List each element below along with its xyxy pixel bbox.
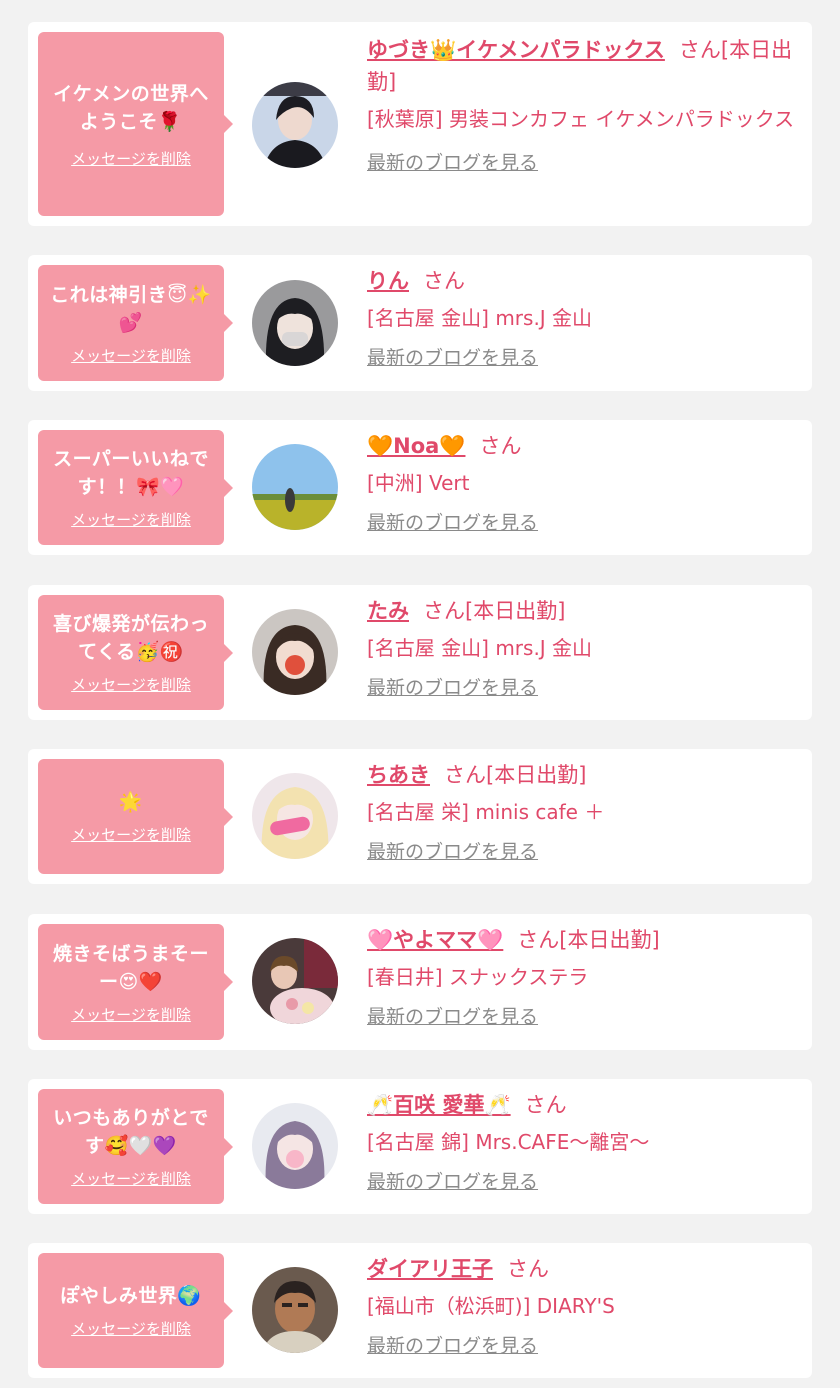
message-bubble: ぽやしみ世界🌍 メッセージを削除 — [38, 1253, 233, 1368]
delete-message-link[interactable]: メッセージを削除 — [71, 1168, 191, 1189]
message-text: イケメンの世界へようこそ🌹 — [53, 82, 209, 133]
message-card: イケメンの世界へようこそ🌹 メッセージを削除 ゆづき👑イケメンパラドックス さん[… — [28, 22, 812, 226]
avatar[interactable] — [252, 773, 338, 859]
shop-name: [春日井] スナックステラ — [367, 965, 589, 989]
cast-name-link[interactable]: ゆづき👑イケメンパラドックス — [367, 38, 665, 62]
avatar[interactable] — [252, 1267, 338, 1353]
latest-blog-link[interactable]: 最新のブログを見る — [367, 508, 538, 535]
avatar[interactable] — [252, 938, 338, 1024]
avatar[interactable] — [252, 1103, 338, 1189]
delete-message-link[interactable]: メッセージを削除 — [71, 1004, 191, 1025]
latest-blog-link[interactable]: 最新のブログを見る — [367, 837, 538, 864]
latest-blog-link[interactable]: 最新のブログを見る — [367, 148, 538, 175]
delete-message-link[interactable]: メッセージを削除 — [71, 345, 191, 366]
latest-blog-link[interactable]: 最新のブログを見る — [367, 673, 538, 700]
honorific: さん — [423, 269, 465, 293]
shop-name: [中洲] Vert — [367, 471, 470, 495]
shop-name: [名古屋 金山] mrs.J 金山 — [367, 636, 593, 660]
message-bubble: 🌟 メッセージを削除 — [38, 759, 233, 874]
message-card: スーパーいいねです！！🎀🩷 メッセージを削除 🧡Noa🧡 さん [中洲] Vert… — [28, 420, 812, 555]
avatar[interactable] — [252, 280, 338, 366]
avatar[interactable] — [252, 82, 338, 168]
message-bubble: イケメンの世界へようこそ🌹 メッセージを削除 — [38, 32, 233, 216]
avatar[interactable] — [252, 444, 338, 530]
cast-info: 🥂百咲 愛華🥂 さん [名古屋 錦] Mrs.CAFE〜離宮〜 最新のブログを見る — [367, 1089, 800, 1194]
latest-blog-link[interactable]: 最新のブログを見る — [367, 1002, 538, 1029]
shop-name: [名古屋 栄] minis cafe ＋ — [367, 800, 605, 824]
honorific: さん — [524, 1093, 567, 1117]
cast-info: 🩷やよママ🩷 さん[本日出勤] [春日井] スナックステラ 最新のブログを見る — [367, 924, 800, 1029]
honorific: さん — [507, 1257, 549, 1281]
message-card: 🌟 メッセージを削除 ちあき さん[本日出勤] [名古屋 栄] minis caf… — [28, 749, 812, 884]
message-text: 喜び爆発が伝わってくる🥳㊗️ — [52, 613, 209, 663]
message-bubble: これは神引き😇✨💕 メッセージを削除 — [38, 265, 233, 381]
latest-blog-link[interactable]: 最新のブログを見る — [367, 1331, 538, 1358]
delete-message-link[interactable]: メッセージを削除 — [71, 509, 191, 530]
cast-name-link[interactable]: 🥂百咲 愛華🥂 — [367, 1093, 511, 1117]
message-bubble: いつもありがとです🥰🤍💜 メッセージを削除 — [38, 1089, 233, 1204]
cast-info: ゆづき👑イケメンパラドックス さん[本日出勤] [秋葉原] 男装コンカフェ イケメ… — [367, 34, 800, 175]
latest-blog-link[interactable]: 最新のブログを見る — [367, 1167, 538, 1194]
message-card: 喜び爆発が伝わってくる🥳㊗️ メッセージを削除 たみ さん[本日出勤] [名古屋 … — [28, 585, 812, 720]
honorific: さん[本日出勤] — [444, 763, 587, 787]
message-card: いつもありがとです🥰🤍💜 メッセージを削除 🥂百咲 愛華🥂 さん [名古屋 錦] … — [28, 1079, 812, 1214]
message-text: これは神引き😇✨💕 — [50, 283, 212, 334]
message-text: ぽやしみ世界🌍 — [60, 1285, 202, 1307]
shop-name: [秋葉原] 男装コンカフェ イケメンパラドックス — [367, 107, 795, 131]
avatar[interactable] — [252, 609, 338, 695]
message-card: これは神引き😇✨💕 メッセージを削除 りん さん [名古屋 金山] mrs.J 金… — [28, 255, 812, 391]
message-bubble: スーパーいいねです！！🎀🩷 メッセージを削除 — [38, 430, 233, 545]
message-card: 焼きそばうまそーー😍❤️ メッセージを削除 🩷やよママ🩷 さん[本日出勤] [春日… — [28, 914, 812, 1050]
honorific: さん[本日出勤] — [517, 928, 660, 952]
cast-name-link[interactable]: 🩷やよママ🩷 — [367, 928, 503, 952]
message-text: 焼きそばうまそーー😍❤️ — [52, 942, 209, 993]
message-text: 🌟 — [118, 791, 144, 813]
shop-name: [名古屋 金山] mrs.J 金山 — [367, 306, 593, 330]
delete-message-link[interactable]: メッセージを削除 — [71, 148, 191, 169]
cast-name-link[interactable]: 🧡Noa🧡 — [367, 434, 465, 458]
delete-message-link[interactable]: メッセージを削除 — [71, 1318, 191, 1339]
message-card: ぽやしみ世界🌍 メッセージを削除 ダイアリ王子 さん [福山市（松浜町)] DIA… — [28, 1243, 812, 1378]
shop-name: [福山市（松浜町)] DIARY'S — [367, 1294, 615, 1318]
latest-blog-link[interactable]: 最新のブログを見る — [367, 343, 538, 370]
cast-info: たみ さん[本日出勤] [名古屋 金山] mrs.J 金山 最新のブログを見る — [367, 595, 800, 700]
honorific: さん[本日出勤] — [423, 599, 566, 623]
message-text: いつもありがとです🥰🤍💜 — [53, 1107, 209, 1157]
message-bubble: 喜び爆発が伝わってくる🥳㊗️ メッセージを削除 — [38, 595, 233, 710]
cast-info: 🧡Noa🧡 さん [中洲] Vert 最新のブログを見る — [367, 430, 800, 535]
delete-message-link[interactable]: メッセージを削除 — [71, 824, 191, 845]
cast-name-link[interactable]: ちあき — [367, 763, 430, 787]
honorific: さん — [479, 434, 522, 458]
message-bubble: 焼きそばうまそーー😍❤️ メッセージを削除 — [38, 924, 233, 1040]
message-text: スーパーいいねです！！🎀🩷 — [53, 448, 209, 498]
cast-info: ちあき さん[本日出勤] [名古屋 栄] minis cafe ＋ 最新のブログを… — [367, 759, 800, 864]
cast-name-link[interactable]: りん — [367, 269, 409, 293]
delete-message-link[interactable]: メッセージを削除 — [71, 674, 191, 695]
cast-info: りん さん [名古屋 金山] mrs.J 金山 最新のブログを見る — [367, 265, 800, 370]
cast-info: ダイアリ王子 さん [福山市（松浜町)] DIARY'S 最新のブログを見る — [367, 1253, 800, 1358]
cast-name-link[interactable]: たみ — [367, 599, 409, 623]
shop-name: [名古屋 錦] Mrs.CAFE〜離宮〜 — [367, 1130, 650, 1154]
cast-name-link[interactable]: ダイアリ王子 — [367, 1257, 493, 1281]
